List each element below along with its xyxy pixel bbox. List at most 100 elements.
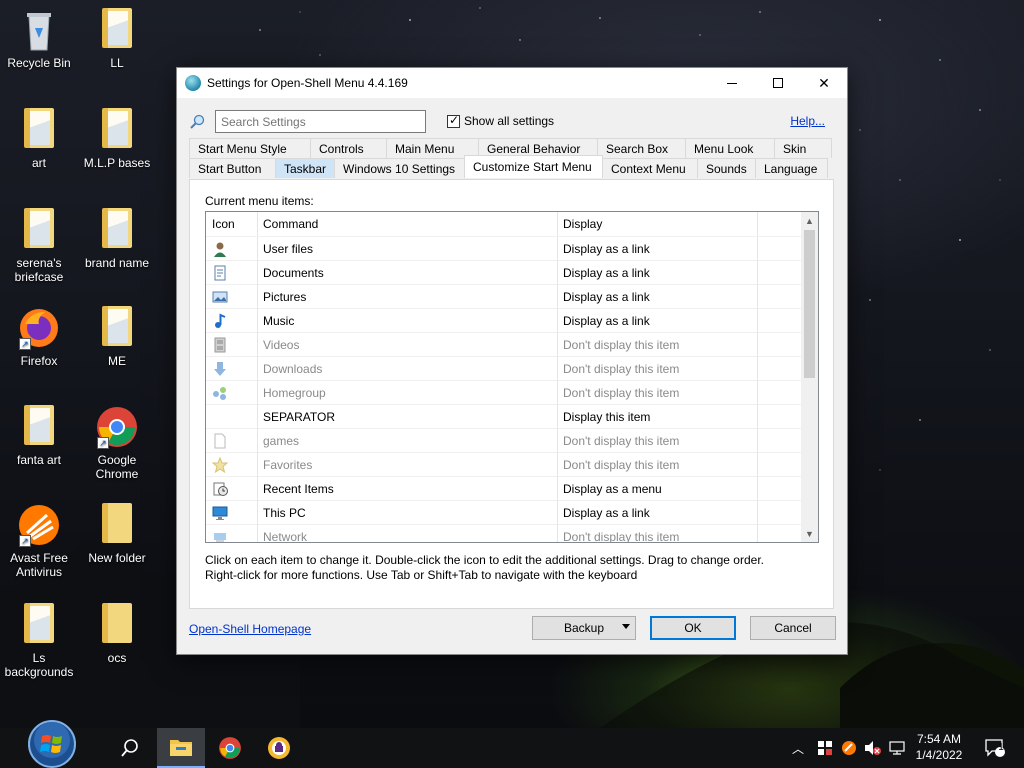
tray-network-icon[interactable] (886, 728, 908, 768)
taskbar-chrome[interactable] (206, 728, 254, 768)
desktop-icon-ocs[interactable]: ocs (81, 603, 153, 665)
checkbox-checked[interactable] (447, 113, 460, 128)
desktop-icon-recycle-bin[interactable]: Recycle Bin (3, 8, 75, 70)
menu-items-list[interactable]: Icon Command Display User files Display … (205, 211, 819, 543)
close-button[interactable]: ✕ (801, 68, 847, 98)
desktop-icon-art[interactable]: art (3, 108, 75, 170)
network-icon[interactable] (212, 529, 228, 544)
music-note-icon[interactable] (212, 312, 228, 329)
desktop-icon-me[interactable]: ME (81, 306, 153, 368)
scroll-thumb[interactable] (804, 230, 815, 378)
row-icon-cell[interactable] (206, 500, 258, 525)
tab-windows-10-settings[interactable]: Windows 10 Settings (334, 158, 465, 178)
list-item-recent-items[interactable]: Recent Items Display as a menu (206, 476, 818, 501)
cancel-button[interactable]: Cancel (750, 616, 836, 640)
row-icon-cell[interactable] (206, 260, 258, 285)
row-icon-cell[interactable] (206, 308, 258, 333)
desktop-icon-serenas-briefcase[interactable]: serena's briefcase (3, 208, 75, 284)
taskbar-open-shell[interactable] (255, 728, 303, 768)
desktop-icon-label: Firefox (20, 354, 58, 368)
help-link[interactable]: Help... (790, 114, 825, 128)
start-button[interactable] (20, 716, 84, 768)
row-icon-cell[interactable] (206, 356, 258, 381)
folder-icon (17, 208, 61, 252)
document-icon[interactable] (212, 265, 228, 281)
desktop-icon-brand-name[interactable]: brand name (81, 208, 153, 270)
column-header-display[interactable]: Display (558, 212, 758, 236)
row-icon-cell[interactable] (206, 524, 258, 544)
minimize-button[interactable] (709, 68, 755, 98)
row-icon-cell[interactable] (206, 428, 258, 453)
ok-button[interactable]: OK (650, 616, 736, 640)
download-arrow-icon[interactable] (212, 361, 228, 377)
list-item-music[interactable]: Music Display as a link (206, 308, 818, 333)
tab-language[interactable]: Language (755, 158, 828, 178)
tray-avast-icon[interactable] (838, 728, 860, 768)
tab-start-button[interactable]: Start Button (189, 158, 276, 178)
row-icon-cell[interactable] (206, 452, 258, 477)
row-icon-cell[interactable] (206, 284, 258, 309)
tray-security-icon[interactable] (814, 728, 836, 768)
tab-context-menu[interactable]: Context Menu (602, 158, 698, 178)
command-cell: Homegroup (258, 380, 558, 405)
tab-search-box[interactable]: Search Box (597, 138, 686, 158)
list-item-games[interactable]: games Don't display this item (206, 428, 818, 453)
film-icon[interactable] (212, 337, 228, 353)
row-icon-cell[interactable] (206, 332, 258, 357)
list-item-downloads[interactable]: Downloads Don't display this item (206, 356, 818, 381)
tab-menu-look[interactable]: Menu Look (685, 138, 775, 158)
taskbar-search-button[interactable] (106, 728, 154, 768)
desktop-icon-ll[interactable]: LL (81, 8, 153, 70)
open-shell-homepage-link[interactable]: Open-Shell Homepage (189, 622, 311, 636)
tab-taskbar[interactable]: Taskbar (275, 158, 335, 178)
list-item-user-files[interactable]: User files Display as a link (206, 236, 818, 261)
desktop-icon-ls-backgrounds[interactable]: Ls backgrounds (3, 603, 75, 679)
list-item-favorites[interactable]: Favorites Don't display this item (206, 452, 818, 477)
list-item-this-pc[interactable]: This PC Display as a link (206, 500, 818, 525)
action-center-button[interactable]: 1 (980, 728, 1010, 768)
scroll-up-icon[interactable]: ▲ (801, 212, 818, 229)
tab-sounds[interactable]: Sounds (697, 158, 756, 178)
desktop-icon-new-folder[interactable]: New folder (81, 503, 153, 565)
tab-skin[interactable]: Skin (774, 138, 832, 158)
show-all-settings-checkbox[interactable]: Show all settings (447, 113, 554, 128)
picture-icon[interactable] (212, 289, 228, 305)
row-icon-cell[interactable] (206, 236, 258, 261)
star-icon[interactable] (212, 456, 228, 473)
maximize-button[interactable] (755, 68, 801, 98)
recent-items-icon[interactable] (212, 481, 228, 497)
blank-page-icon[interactable] (212, 433, 228, 449)
tray-volume-icon[interactable] (862, 728, 884, 768)
list-item-network[interactable]: Network Don't display this item (206, 524, 818, 544)
taskbar-file-explorer[interactable] (157, 728, 205, 768)
row-icon-cell[interactable] (206, 476, 258, 501)
user-icon[interactable] (212, 241, 228, 257)
row-icon-cell[interactable] (206, 380, 258, 405)
homegroup-icon[interactable] (212, 385, 228, 401)
list-item-homegroup[interactable]: Homegroup Don't display this item (206, 380, 818, 405)
row-icon-cell[interactable] (206, 404, 258, 429)
list-item-separator[interactable]: SEPARATOR Display this item (206, 404, 818, 429)
monitor-icon[interactable] (212, 505, 228, 521)
list-item-documents[interactable]: Documents Display as a link (206, 260, 818, 285)
desktop-icon-mlp-bases[interactable]: M.L.P bases (81, 108, 153, 170)
show-hidden-icons-button[interactable]: ︿ (788, 728, 808, 768)
search-input[interactable] (215, 110, 426, 133)
list-item-pictures[interactable]: Pictures Display as a link (206, 284, 818, 309)
desktop-icon-firefox[interactable]: ↗ Firefox (3, 306, 75, 368)
tab-controls[interactable]: Controls (310, 138, 387, 158)
title-bar[interactable]: Settings for Open-Shell Menu 4.4.169 ✕ (177, 68, 847, 98)
column-header-command[interactable]: Command (258, 212, 558, 236)
vertical-scrollbar[interactable]: ▲ ▼ (801, 212, 818, 542)
backup-button[interactable]: Backup (532, 616, 636, 640)
list-item-videos[interactable]: Videos Don't display this item (206, 332, 818, 357)
tab-row-2: Start Button Taskbar Windows 10 Settings… (189, 155, 828, 178)
desktop-icon-avast[interactable]: ↗ Avast Free Antivirus (3, 503, 75, 579)
desktop-icon-google-chrome[interactable]: ↗ Google Chrome (81, 405, 153, 481)
column-header-icon[interactable]: Icon (206, 212, 258, 236)
taskbar-clock[interactable]: 7:54 AM 1/4/2022 (906, 731, 972, 763)
scroll-down-icon[interactable]: ▼ (801, 525, 818, 542)
desktop-icon-fanta-art[interactable]: fanta art (3, 405, 75, 467)
tab-start-menu-style[interactable]: Start Menu Style (189, 138, 311, 158)
tab-customize-start-menu[interactable]: Customize Start Menu (464, 155, 603, 178)
